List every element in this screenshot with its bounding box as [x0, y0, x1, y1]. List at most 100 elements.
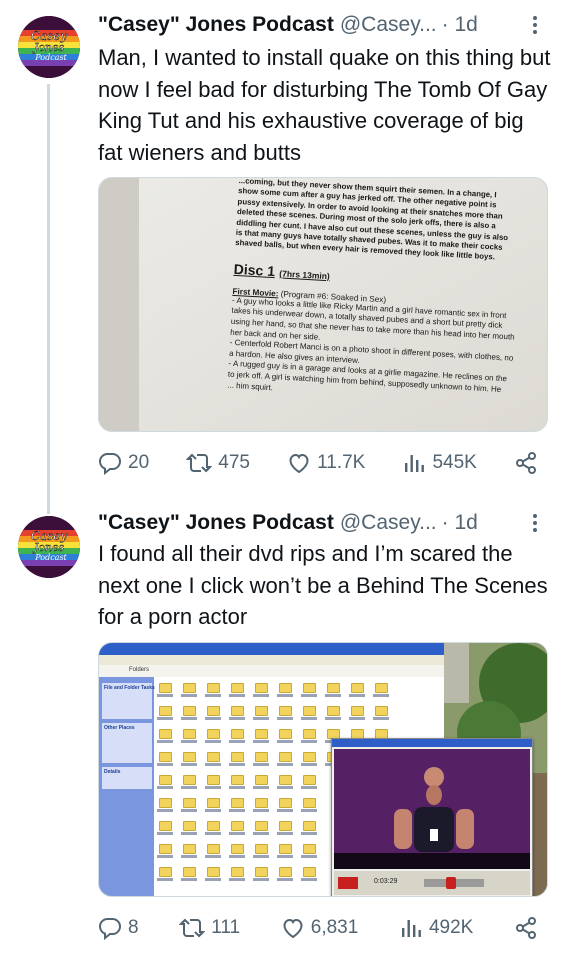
folder-icon [255, 729, 268, 739]
folder-label [205, 878, 221, 881]
folder-icon [231, 775, 244, 785]
avatar-text-3: Podcast [34, 553, 67, 562]
folder-icon [279, 867, 292, 877]
folder-label [301, 717, 317, 720]
folder-label [229, 809, 245, 812]
tweet-2[interactable]: Casey Jones Podcast "Casey" Jones Podcas… [0, 500, 567, 960]
folder-label [229, 740, 245, 743]
tweet-photo[interactable]: ...coming, but they never show them squi… [98, 177, 548, 432]
folder-icon [303, 706, 316, 716]
folder-icon [207, 844, 220, 854]
folder-icon [231, 752, 244, 762]
tweet-1[interactable]: Casey Jones Podcast "Casey" Jones Podcas… [0, 0, 567, 500]
folder-label [277, 786, 293, 789]
views-icon [405, 455, 425, 472]
folder-icon [231, 821, 244, 831]
folder-label [277, 717, 293, 720]
pane-heading: Details [104, 769, 121, 775]
like-button[interactable]: 6,831 [281, 916, 359, 940]
folder-label [205, 740, 221, 743]
folder-icon [159, 844, 172, 854]
reply-button[interactable]: 20 [98, 451, 149, 475]
folder-icon [207, 752, 220, 762]
author-name[interactable]: "Casey" Jones Podcast [98, 13, 334, 37]
avatar[interactable]: Casey Jones Podcast [18, 16, 80, 78]
views-button[interactable]: 492K [399, 916, 473, 940]
folder-icon [231, 798, 244, 808]
folder-label [373, 717, 389, 720]
folder-icon [279, 821, 292, 831]
share-button[interactable] [514, 916, 538, 940]
like-button[interactable]: 11.7K [287, 451, 365, 475]
share-icon [515, 917, 536, 939]
reply-button[interactable]: 8 [98, 916, 139, 940]
repost-button[interactable]: 475 [186, 451, 250, 475]
timestamp[interactable]: · 1d [442, 13, 478, 37]
folder-icon [279, 798, 292, 808]
folder-icon [303, 683, 316, 693]
folder-icon [279, 706, 292, 716]
folder-label [205, 717, 221, 720]
thread-line [47, 84, 50, 500]
repost-button[interactable]: 111 [179, 916, 240, 940]
folder-icon [183, 775, 196, 785]
repost-icon [179, 918, 206, 938]
folder-icon [375, 706, 388, 716]
folder-label [277, 740, 293, 743]
folder-icon [303, 775, 316, 785]
like-count: 11.7K [317, 452, 366, 473]
folder-label [157, 855, 173, 858]
folder-icon [255, 867, 268, 877]
folder-label [229, 786, 245, 789]
folder-label [301, 740, 317, 743]
folder-icon [279, 729, 292, 739]
more-icon[interactable] [525, 10, 545, 40]
reply-count: 8 [128, 917, 139, 938]
folder-icon [159, 706, 172, 716]
folder-label [301, 832, 317, 835]
folder-label [229, 694, 245, 697]
author-name[interactable]: "Casey" Jones Podcast [98, 511, 334, 535]
folder-icon [183, 798, 196, 808]
view-count: 492K [428, 917, 474, 938]
more-icon[interactable] [525, 508, 545, 538]
folder-label [229, 832, 245, 835]
folder-label [157, 740, 173, 743]
folder-icon [207, 775, 220, 785]
folder-icon [255, 775, 268, 785]
folder-icon [279, 844, 292, 854]
folder-label [325, 717, 341, 720]
folder-icon [183, 867, 196, 877]
disc-heading: Disc 1 [233, 260, 276, 279]
folder-icon [231, 867, 244, 877]
author-handle[interactable]: @Casey... [340, 511, 437, 535]
views-button[interactable]: 545K [402, 451, 477, 475]
folder-label [277, 855, 293, 858]
player-counter: 0:03:29 [374, 878, 398, 885]
folder-label [301, 786, 317, 789]
share-button[interactable] [514, 451, 538, 475]
folder-label [157, 832, 173, 835]
folder-label [373, 694, 389, 697]
folder-icon [159, 752, 172, 762]
folder-label [181, 855, 197, 858]
folder-icon [207, 798, 220, 808]
folder-label [181, 809, 197, 812]
folder-label [181, 740, 197, 743]
folder-icon [327, 706, 340, 716]
folder-label [157, 786, 173, 789]
like-count: 6,831 [310, 917, 359, 938]
timestamp[interactable]: · 1d [442, 511, 478, 535]
repost-count: 111 [211, 917, 241, 938]
tweet-header: "Casey" Jones Podcast @Casey... · 1d [98, 10, 547, 40]
author-handle[interactable]: @Casey... [340, 13, 437, 37]
folder-icon [207, 683, 220, 693]
avatar[interactable]: Casey Jones Podcast [18, 516, 80, 578]
folder-label [229, 717, 245, 720]
tweet-photo[interactable]: Folders File and Folder Tasks Other Plac… [98, 642, 548, 897]
folder-label [229, 763, 245, 766]
folder-icon [303, 867, 316, 877]
folder-label [277, 832, 293, 835]
folder-icon [159, 798, 172, 808]
folder-icon [303, 798, 316, 808]
